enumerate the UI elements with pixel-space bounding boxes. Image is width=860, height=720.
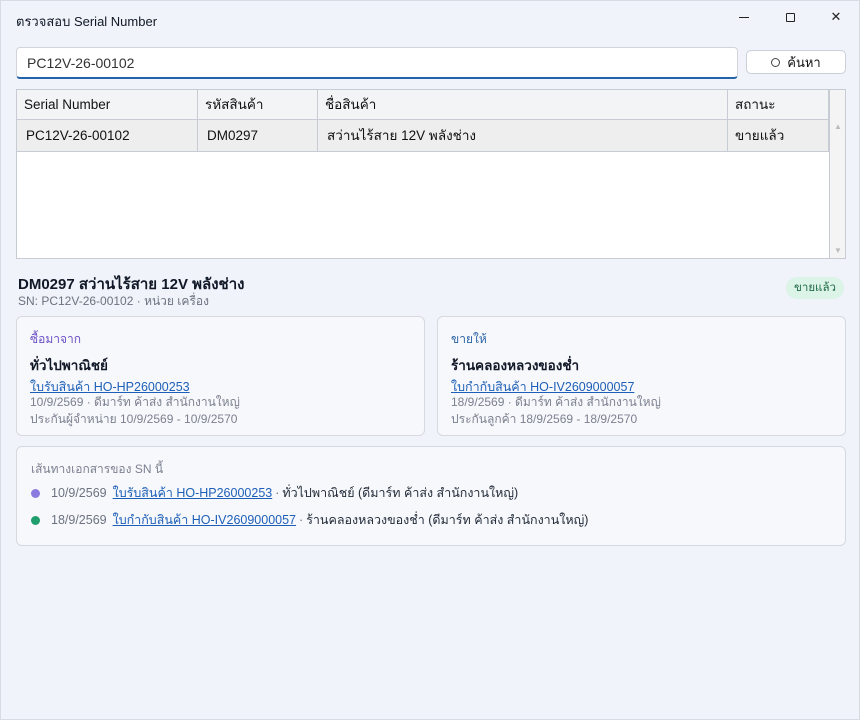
trail-date: 18/9/2569 <box>51 513 107 527</box>
grid-header: Serial Number รหัสสินค้า ชื่อสินค้า สถาน… <box>17 90 829 120</box>
trail-document-link[interactable]: ใบรับสินค้า HO-HP26000253 <box>113 483 273 503</box>
sale-label: ขายให้ <box>451 332 487 346</box>
customer-warranty: ประกันลูกค้า 18/9/2569 - 18/9/2570 <box>451 412 638 426</box>
product-subtitle: SN: PC12V-26-00102 · หน่วย เครื่อง <box>18 294 209 308</box>
serial-results-grid[interactable]: Serial Number รหัสสินค้า ชื่อสินค้า สถาน… <box>16 89 846 259</box>
search-icon <box>771 57 781 67</box>
serial-search-input[interactable] <box>16 47 738 79</box>
customer-name: ร้านคลองหลวงของช่ำ <box>451 358 580 373</box>
status-badge: ขายแล้ว <box>786 277 844 299</box>
title-bar: ตรวจสอบ Serial Number ✕ <box>1 1 859 35</box>
sale-card: ขายให้ ร้านคลองหลวงของช่ำ ใบกำกับสินค้า … <box>437 316 846 436</box>
column-header-product-name[interactable]: ชื่อสินค้า <box>318 90 728 120</box>
document-trail: เส้นทางเอกสารของ SN นี้ 10/9/2569 ใบรับส… <box>16 446 846 546</box>
trail-party: ทั่วไปพาณิชย์ (ดีมาร์ท ค้าส่ง สำนักงานให… <box>282 486 519 500</box>
list-item: 18/9/2569 ใบกำกับสินค้า HO-IV2609000057 … <box>31 511 588 529</box>
timeline-dot-icon <box>31 515 40 525</box>
column-header-status[interactable]: สถานะ <box>728 90 829 120</box>
cell-product-code: DM0297 <box>198 120 318 151</box>
table-row[interactable]: PC12V-26-00102 DM0297 สว่านไร้สาย 12V พล… <box>17 120 829 152</box>
separator: · <box>275 486 280 500</box>
timeline-dot-icon <box>31 488 40 498</box>
search-button[interactable]: ค้นหา <box>746 50 846 74</box>
supplier-warranty: ประกันผู้จำหน่าย 10/9/2569 - 10/9/2570 <box>30 412 238 426</box>
trail-party: ร้านคลองหลวงของช่ำ (ดีมาร์ท ค้าส่ง สำนัก… <box>306 513 589 527</box>
trail-document-link[interactable]: ใบกำกับสินค้า HO-IV2609000057 <box>113 510 296 530</box>
window-title: ตรวจสอบ Serial Number <box>16 14 158 29</box>
close-icon: ✕ <box>830 9 842 24</box>
scroll-up-icon[interactable]: ▲ <box>834 122 842 131</box>
purchase-label: ซื้อมาจาก <box>30 332 82 346</box>
cell-serial: PC12V-26-00102 <box>17 120 198 151</box>
minimize-icon <box>739 16 749 18</box>
supplier-name: ทั่วไปพาณิชย์ <box>30 358 108 373</box>
column-header-product-code[interactable]: รหัสสินค้า <box>198 90 318 120</box>
close-button[interactable]: ✕ <box>813 1 859 33</box>
app-window: ตรวจสอบ Serial Number ✕ ค้นหา Serial Num… <box>0 0 860 720</box>
separator: · <box>299 513 304 527</box>
maximize-button[interactable] <box>767 1 813 33</box>
list-item: 10/9/2569 ใบรับสินค้า HO-HP26000253 · ทั… <box>31 484 518 502</box>
trail-heading: เส้นทางเอกสารของ SN นี้ <box>31 462 164 476</box>
trail-date: 10/9/2569 <box>51 486 107 500</box>
purchase-card: ซื้อมาจาก ทั่วไปพาณิชย์ ใบรับสินค้า HO-H… <box>16 316 425 436</box>
column-header-serial[interactable]: Serial Number <box>17 90 198 120</box>
minimize-button[interactable] <box>721 1 767 33</box>
cell-product-name: สว่านไร้สาย 12V พลังช่าง <box>318 120 728 151</box>
scroll-down-icon[interactable]: ▼ <box>834 246 842 255</box>
cell-status: ขายแล้ว <box>728 120 829 151</box>
grid-scrollbar[interactable]: ▲ ▼ <box>829 90 845 258</box>
search-button-label: ค้นหา <box>787 54 821 70</box>
maximize-icon <box>785 12 795 22</box>
